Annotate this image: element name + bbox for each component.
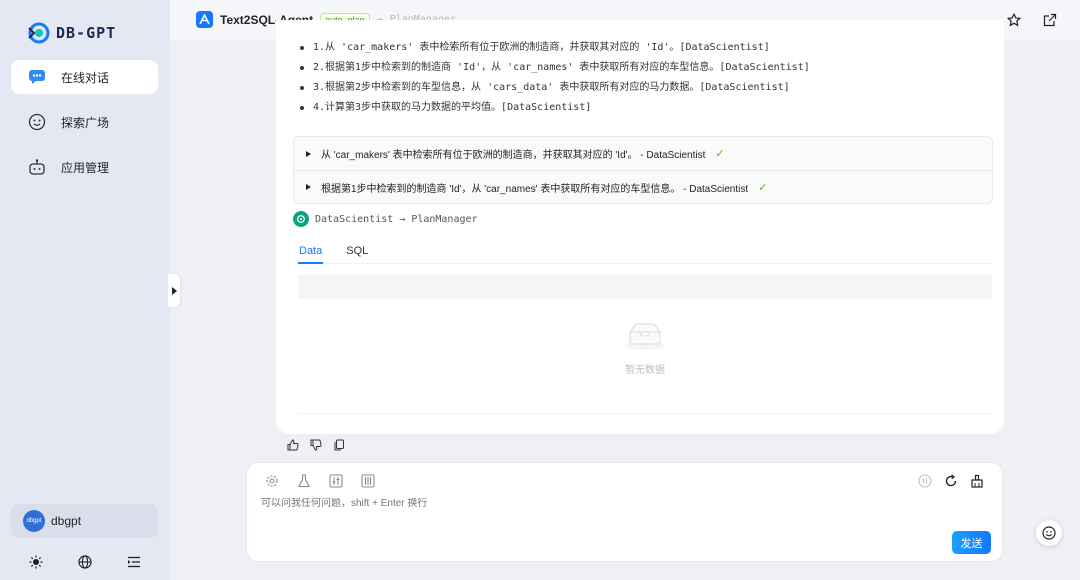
table-header xyxy=(298,275,992,299)
clear-icon[interactable] xyxy=(969,473,985,489)
sidebar-item-apps[interactable]: 应用管理 xyxy=(11,150,158,184)
check-icon: ✓ xyxy=(715,148,725,160)
robot-icon xyxy=(27,157,47,177)
flow-to: PlanManager xyxy=(411,213,478,225)
chat-input[interactable] xyxy=(261,498,861,509)
sidebar-item-explore[interactable]: 探索广场 xyxy=(11,105,158,139)
openai-icon xyxy=(293,211,309,227)
flask-icon[interactable] xyxy=(296,473,312,489)
caret-right-icon xyxy=(306,184,311,190)
adjust-icon[interactable] xyxy=(360,473,376,489)
executed-steps: 从 'car_makers' 表中检索所有位于欧洲的制造商，并获取其对应的 'I… xyxy=(293,136,993,204)
tab-sql[interactable]: SQL xyxy=(345,242,369,264)
logo-mark-icon xyxy=(28,22,50,44)
step-text: 根据第1步中检索到的制造商 'Id'，从 'car_names' 表中获取所有对… xyxy=(321,183,749,195)
refresh-icon[interactable] xyxy=(943,473,959,489)
sidebar-item-label: 探索广场 xyxy=(61,115,110,130)
agent-app-icon xyxy=(196,11,213,28)
sun-icon[interactable] xyxy=(27,553,45,571)
settings-icon[interactable] xyxy=(264,473,280,489)
tab-data[interactable]: Data xyxy=(298,242,324,264)
chat-bubble-icon xyxy=(27,67,47,87)
chat-input-box: 发送 xyxy=(246,462,1003,562)
sidebar-item-chat[interactable]: 在线对话 xyxy=(11,60,158,94)
message-actions xyxy=(286,438,346,452)
share-icon[interactable] xyxy=(1042,12,1058,28)
send-button[interactable]: 发送 xyxy=(952,531,991,554)
plan-step: 3.根据第2步中检索到的车型信息，从 'cars_data' 表中获取所有对应的… xyxy=(296,78,810,98)
user-card[interactable]: dbgpt dbgpt xyxy=(11,504,158,538)
explore-face-icon xyxy=(27,112,47,132)
globe-icon[interactable] xyxy=(76,553,94,571)
empty-box-icon xyxy=(625,323,665,350)
assistant-message-card: 1.从 'car_makers' 表中检索所有位于欧洲的制造商，并获取其对应的 … xyxy=(276,20,1004,434)
plan-step: 2.根据第1步中检索到的制造商 'Id'，从 'car_names' 表中获取所… xyxy=(296,58,810,78)
smile-icon xyxy=(1042,526,1056,540)
result-tabs: Data SQL xyxy=(298,242,992,264)
flow-arrow: → xyxy=(399,213,406,225)
thumbs-up-icon[interactable] xyxy=(286,438,300,452)
empty-text: 暂无数据 xyxy=(625,365,665,376)
feedback-float-button[interactable] xyxy=(1036,520,1062,546)
check-icon: ✓ xyxy=(758,181,768,194)
thumbs-down-icon[interactable] xyxy=(309,438,323,452)
agent-flow: DataScientist → PlanManager xyxy=(293,211,478,227)
sidebar-item-label: 应用管理 xyxy=(61,160,110,175)
flow-from: DataScientist xyxy=(315,213,394,225)
logo-text: DB-GPT xyxy=(56,24,117,42)
user-name: dbgpt xyxy=(51,514,82,528)
star-icon[interactable] xyxy=(1006,12,1022,28)
header-actions xyxy=(1006,12,1058,28)
divider xyxy=(298,413,992,414)
sliders-icon[interactable] xyxy=(328,473,344,489)
sidebar-item-label: 在线对话 xyxy=(61,70,110,85)
empty-state: 暂无数据 xyxy=(298,320,992,376)
app-logo[interactable]: DB-GPT xyxy=(26,20,116,46)
input-tools-right xyxy=(917,473,985,489)
step-text: 从 'car_makers' 表中检索所有位于欧洲的制造商，并获取其对应的 'I… xyxy=(321,150,706,161)
plan-step: 4.计算第3步中获取的马力数据的平均值。[DataScientist] xyxy=(296,98,810,118)
sidebar: DB-GPT 在线对话 探索广场 应用管理 dbgpt dbgpt xyxy=(0,0,170,580)
plan-step: 1.从 'car_makers' 表中检索所有位于欧洲的制造商，并获取其对应的 … xyxy=(296,38,810,58)
caret-right-icon xyxy=(306,150,311,157)
copy-icon[interactable] xyxy=(332,438,346,452)
plan-list: 1.从 'car_makers' 表中检索所有位于欧洲的制造商，并获取其对应的 … xyxy=(296,38,810,118)
avatar: dbgpt xyxy=(23,510,45,532)
pause-icon[interactable] xyxy=(917,473,933,489)
executed-step-1[interactable]: 从 'car_makers' 表中检索所有位于欧洲的制造商，并获取其对应的 'I… xyxy=(294,137,992,170)
input-tools-left xyxy=(264,473,376,489)
main-area: Text2SQL-Agent auto_plan → PlanManager 1… xyxy=(170,0,1080,580)
menu-fold-icon[interactable] xyxy=(125,553,143,571)
sidebar-footer xyxy=(0,553,170,571)
executed-step-2[interactable]: 根据第1步中检索到的制造商 'Id'，从 'car_names' 表中获取所有对… xyxy=(294,170,992,203)
